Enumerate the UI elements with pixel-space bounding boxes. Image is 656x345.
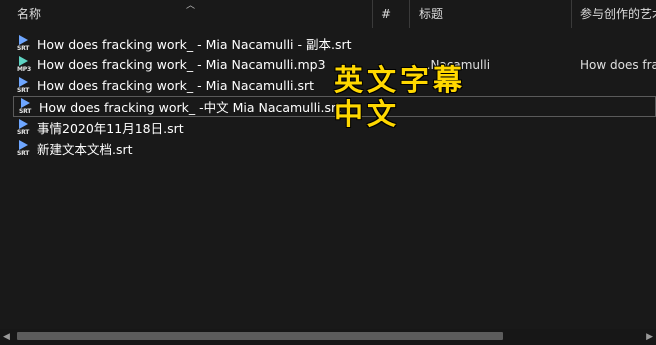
file-name: How does fracking work_ - Mia Nacamulli.…	[37, 57, 326, 72]
scrollbar-thumb[interactable]	[17, 332, 503, 340]
file-row[interactable]: SRT 新建文本文档.srt	[12, 138, 656, 159]
column-divider[interactable]	[571, 0, 572, 28]
horizontal-scrollbar[interactable]: ◀ ▶	[0, 329, 656, 345]
column-header-contributing-artists[interactable]: 参与创作的艺术家	[580, 0, 656, 28]
file-name: 新建文本文档.srt	[37, 142, 133, 157]
srt-file-icon: SRT	[17, 34, 33, 53]
annotation-chinese: 中文	[334, 97, 401, 131]
file-name: 事情2020年11月18日.srt	[37, 121, 184, 136]
srt-file-icon: SRT	[17, 139, 33, 158]
column-header-name[interactable]: 名称	[17, 0, 377, 28]
mp3-file-icon: MP3	[17, 55, 33, 74]
column-header-bar: 名称 ︿ # 标题 参与创作的艺术家	[0, 0, 656, 28]
file-name: How does fracking work_ - Mia Nacamulli …	[37, 37, 352, 52]
scroll-right-icon[interactable]: ▶	[646, 332, 653, 342]
file-name: How does fracking work_ - Mia Nacamulli.…	[37, 78, 315, 93]
column-header-number[interactable]: #	[381, 0, 406, 28]
file-name: How does fracking work_ -中文 Mia Nacamull…	[39, 100, 342, 115]
column-divider[interactable]	[372, 0, 373, 28]
sort-up-icon: ︿	[186, 1, 196, 11]
file-row[interactable]: SRT How does fracking work_ - Mia Nacamu…	[12, 33, 656, 54]
scroll-left-icon[interactable]: ◀	[3, 332, 10, 342]
column-divider[interactable]	[409, 0, 410, 28]
srt-file-icon: SRT	[17, 118, 33, 137]
file-artist: How does fra	[580, 57, 656, 72]
column-header-title[interactable]: 标题	[419, 0, 569, 28]
srt-file-icon: SRT	[17, 76, 33, 95]
srt-file-icon: SRT	[19, 97, 35, 116]
